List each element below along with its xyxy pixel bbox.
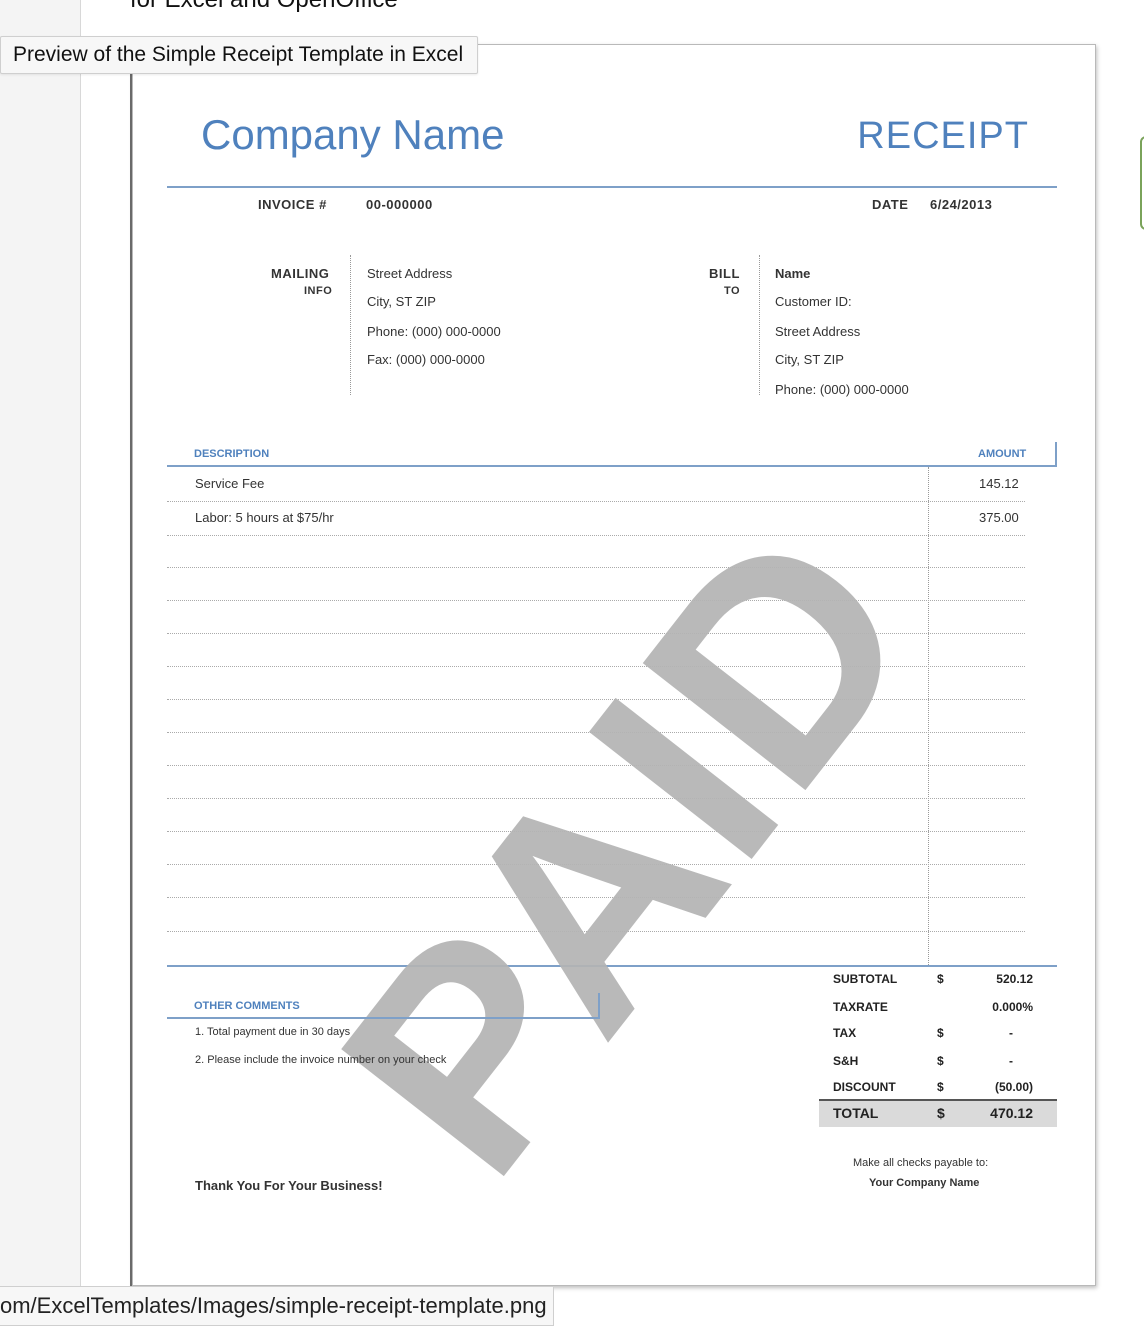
image-tooltip: Preview of the Simple Receipt Template i… (0, 36, 479, 74)
mailing-line: Fax: (000) 000-0000 (367, 352, 485, 367)
table-row-line (167, 897, 1025, 898)
receipt-title: RECEIPT (857, 115, 1029, 157)
total-label: TOTAL (833, 1105, 879, 1121)
bill-to-line: Customer ID: (775, 294, 852, 309)
thank-you-note: Thank You For Your Business! (195, 1178, 383, 1193)
amount-column-divider (928, 467, 929, 967)
table-row-line (167, 798, 1025, 799)
table-header-edge (1055, 442, 1057, 467)
table-row-line (167, 931, 1025, 932)
mailing-line: City, ST ZIP (367, 294, 436, 309)
discount-currency: $ (937, 1080, 944, 1094)
comments-rule (167, 1017, 599, 1019)
description-header: DESCRIPTION (194, 448, 270, 460)
table-row-line (167, 765, 1025, 766)
bill-to-label-2: TO (724, 285, 741, 297)
bill-to-line: City, ST ZIP (775, 352, 844, 367)
total-value: 470.12 (990, 1105, 1033, 1121)
line-item-amount: 145.12 (979, 476, 1019, 491)
table-row-line (167, 864, 1025, 865)
comment-line: 2. Please include the invoice number on … (195, 1054, 447, 1066)
table-header-rule (167, 465, 1057, 467)
comment-line: 1. Total payment due in 30 days (195, 1026, 351, 1038)
mailing-label-2: INFO (304, 285, 333, 297)
invoice-label: INVOICE # (258, 197, 327, 212)
amount-header: AMOUNT (978, 448, 1027, 460)
table-row-line (167, 666, 1025, 667)
table-row-line (167, 567, 1025, 568)
mailing-line: Phone: (000) 000-0000 (367, 324, 501, 339)
bill-to-divider (759, 255, 760, 395)
company-name: Company Name (201, 111, 505, 158)
table-row-line (167, 600, 1025, 601)
receipt-preview-image: Company Name RECEIPT INVOICE # 00-000000… (132, 44, 1096, 1286)
mailing-divider (350, 255, 351, 395)
mailing-label: MAILING (271, 266, 330, 281)
tax-value: - (1009, 1026, 1013, 1040)
taxrate-label: TAXRATE (833, 1000, 888, 1014)
date-value: 6/24/2013 (930, 197, 993, 212)
line-item-amount: 375.00 (979, 510, 1019, 525)
discount-value: (50.00) (994, 1080, 1033, 1094)
discount-label: DISCOUNT (833, 1080, 896, 1094)
date-label: DATE (872, 197, 909, 212)
bill-to-line: Phone: (000) 000-0000 (775, 382, 909, 397)
table-row-line (167, 501, 1025, 502)
article-heading-fragment: for Excel and OpenOffice (130, 0, 398, 14)
comments-header: OTHER COMMENTS (194, 1000, 300, 1012)
tax-label: TAX (833, 1026, 857, 1040)
taxrate-value: 0.000% (992, 1000, 1033, 1014)
line-item-description: Labor: 5 hours at $75/hr (195, 510, 334, 525)
shipping-currency: $ (937, 1054, 944, 1068)
table-bottom-rule (167, 965, 1057, 967)
subtotal-value: 520.12 (996, 972, 1033, 986)
table-row-line (167, 699, 1025, 700)
tax-currency: $ (937, 1026, 944, 1040)
invoice-value: 00-000000 (366, 197, 433, 212)
table-row-line (167, 535, 1025, 536)
left-sidebar (0, 0, 81, 1324)
subtotal-label: SUBTOTAL (833, 972, 898, 986)
shipping-value: - (1009, 1054, 1013, 1068)
line-item-description: Service Fee (195, 476, 265, 491)
table-row-line (167, 831, 1025, 832)
subtotal-currency: $ (937, 972, 944, 986)
payable-company-name: Your Company Name (869, 1177, 980, 1189)
status-bar-url: om/ExcelTemplates/Images/simple-receipt-… (0, 1286, 554, 1326)
table-row-line (167, 732, 1025, 733)
right-column-fragment (1132, 0, 1144, 700)
total-currency: $ (937, 1105, 945, 1121)
bill-to-label: BILL (709, 266, 740, 281)
header-rule (167, 186, 1057, 188)
mailing-line: Street Address (367, 266, 453, 281)
shipping-label: S&H (833, 1054, 859, 1068)
bill-to-line: Street Address (775, 324, 861, 339)
payable-line: Make all checks payable to: (853, 1157, 989, 1169)
bill-to-line: Name (775, 266, 811, 281)
comments-edge (598, 993, 600, 1019)
green-box-fragment (1140, 136, 1144, 230)
table-row-line (167, 633, 1025, 634)
